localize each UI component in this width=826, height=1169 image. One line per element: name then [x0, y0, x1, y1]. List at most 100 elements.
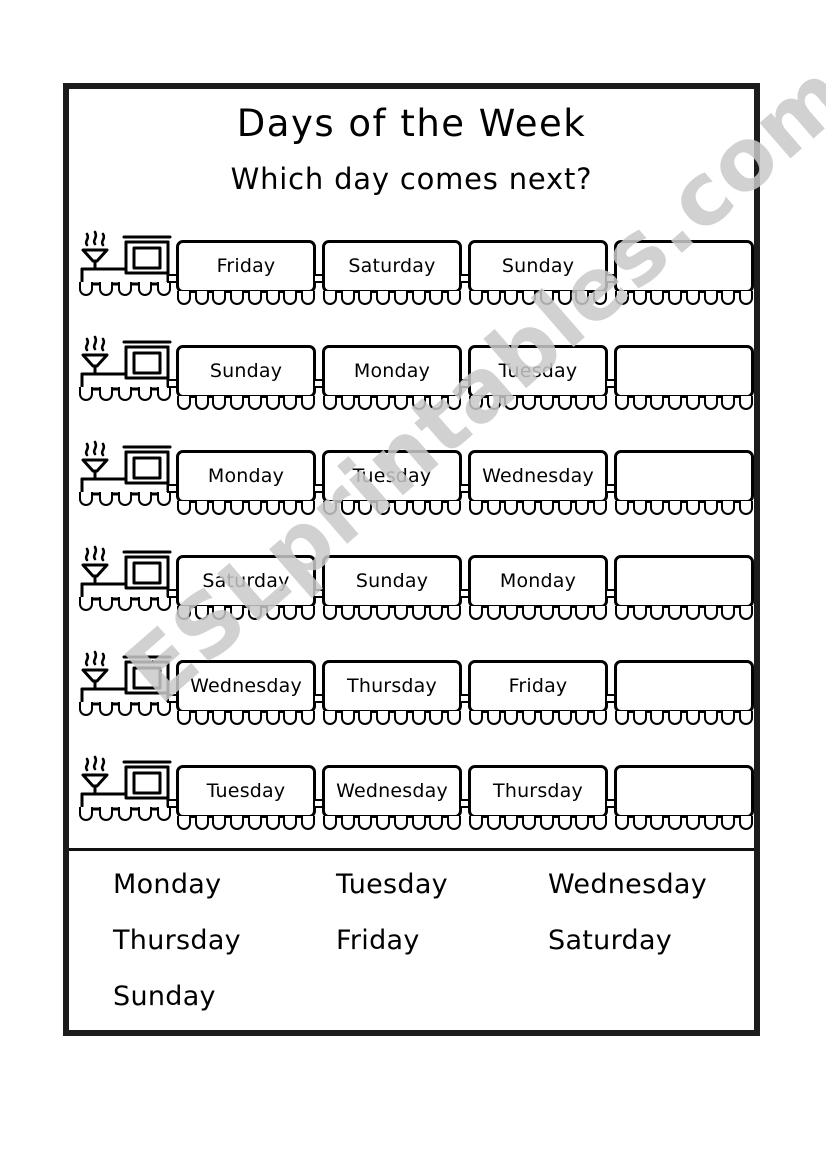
train-car: Sunday: [167, 345, 316, 410]
train-wheel-icon: [575, 291, 590, 305]
train-wheel-icon: [504, 396, 519, 410]
train-wheel-icon: [118, 387, 132, 401]
train-car-wheels: [177, 711, 315, 726]
train-wheel-icon: [393, 816, 408, 830]
train-row: Friday Saturday Sunday: [69, 228, 754, 316]
train-car-body: Monday: [468, 555, 608, 608]
train-wheel-icon: [177, 606, 191, 620]
train-car-wheels: [323, 606, 461, 621]
train-wheel-icon: [323, 606, 337, 620]
train-wheel-icon: [79, 807, 93, 821]
train-car-body: Thursday: [468, 765, 608, 818]
train-wheel-icon: [469, 501, 483, 515]
train-car-body: Sunday: [468, 240, 608, 293]
train-wheel-icon: [393, 396, 408, 410]
train-coupler-icon: [313, 379, 322, 388]
train-coupler-icon: [605, 589, 614, 598]
train-wheel-icon: [615, 501, 629, 515]
train-car: Wednesday: [313, 765, 462, 830]
train-wheel-icon: [539, 816, 554, 830]
answer-blank-car[interactable]: [605, 555, 754, 620]
train-wheel-icon: [738, 711, 753, 725]
train-row: Monday Tuesday Wednesday: [69, 438, 754, 526]
train-wheel-icon: [411, 711, 426, 725]
answer-blank-car[interactable]: [605, 450, 754, 515]
train-wheel-icon: [592, 816, 607, 830]
train-car-wheels: [615, 816, 753, 831]
answer-blank-car[interactable]: [605, 345, 754, 410]
train-wheel-icon: [194, 816, 209, 830]
train-coupler-icon: [313, 484, 322, 493]
train-wheel-icon: [469, 606, 483, 620]
train-wheel-icon: [685, 291, 700, 305]
train-wheel-icon: [721, 396, 736, 410]
train-car-body: Sunday: [176, 345, 316, 398]
train-rows-container: Friday Saturday Sunday Sunday Monday Tuesday: [69, 228, 754, 858]
train-locomotive-icon: [80, 230, 180, 286]
train-wheel-icon: [177, 816, 191, 830]
train-wheel-icon: [446, 291, 461, 305]
train-wheel-icon: [522, 396, 537, 410]
train-wheel-icon: [79, 702, 93, 716]
train-wheel-icon: [300, 606, 315, 620]
train-coupler-icon: [605, 799, 614, 808]
train-car-body[interactable]: [614, 240, 754, 293]
train-wheel-icon: [340, 396, 355, 410]
train-wheel-icon: [703, 816, 718, 830]
train-wheel-icon: [212, 606, 227, 620]
train-coupler-icon: [459, 274, 468, 283]
car-day-label: Thursday: [347, 675, 437, 697]
train-row: Sunday Monday Tuesday: [69, 333, 754, 421]
train-car-wheels: [469, 606, 607, 621]
train-wheel-icon: [323, 501, 337, 515]
train-wheel-icon: [738, 501, 753, 515]
locomotive-wheels: [79, 282, 171, 297]
car-day-label: Saturday: [348, 255, 436, 277]
train-locomotive: [76, 333, 180, 415]
train-wheel-icon: [650, 711, 665, 725]
train-wheel-icon: [429, 291, 444, 305]
car-day-label: Tuesday: [352, 465, 432, 487]
train-wheel-icon: [283, 711, 298, 725]
train-wheel-icon: [177, 501, 191, 515]
train-locomotive-icon: [80, 440, 180, 496]
train-wheel-icon: [98, 807, 113, 821]
train-wheel-icon: [137, 807, 152, 821]
train-car-body[interactable]: [614, 450, 754, 503]
train-wheel-icon: [685, 606, 700, 620]
train-row: Wednesday Thursday Friday: [69, 648, 754, 736]
locomotive-wheels: [79, 597, 171, 612]
train-wheel-icon: [358, 816, 373, 830]
train-car: Saturday: [167, 555, 316, 620]
train-wheel-icon: [283, 606, 298, 620]
train-wheel-icon: [446, 606, 461, 620]
train-wheel-icon: [592, 291, 607, 305]
answer-blank-car[interactable]: [605, 240, 754, 305]
train-wheel-icon: [721, 501, 736, 515]
train-coupler-icon: [459, 799, 468, 808]
answer-blank-car[interactable]: [605, 765, 754, 830]
train-wheel-icon: [157, 597, 171, 611]
train-car-body[interactable]: [614, 765, 754, 818]
train-car-wheels: [469, 816, 607, 831]
train-car-wheels: [615, 711, 753, 726]
answer-blank-car[interactable]: [605, 660, 754, 725]
train-coupler-icon: [459, 484, 468, 493]
train-wheel-icon: [212, 711, 227, 725]
train-car-body[interactable]: [614, 345, 754, 398]
train-wheel-icon: [522, 606, 537, 620]
train-wheel-icon: [703, 291, 718, 305]
train-wheel-icon: [539, 501, 554, 515]
train-wheel-icon: [650, 291, 665, 305]
train-car-body[interactable]: [614, 660, 754, 713]
train-locomotive-icon: [80, 545, 180, 601]
train-wheel-icon: [668, 606, 683, 620]
train-coupler-icon: [167, 799, 176, 808]
train-car-body[interactable]: [614, 555, 754, 608]
train-car-wheels: [177, 291, 315, 306]
train-wheel-icon: [212, 291, 227, 305]
train-wheel-icon: [429, 396, 444, 410]
train-wheel-icon: [738, 291, 753, 305]
train-wheel-icon: [393, 291, 408, 305]
train-wheel-icon: [323, 711, 337, 725]
